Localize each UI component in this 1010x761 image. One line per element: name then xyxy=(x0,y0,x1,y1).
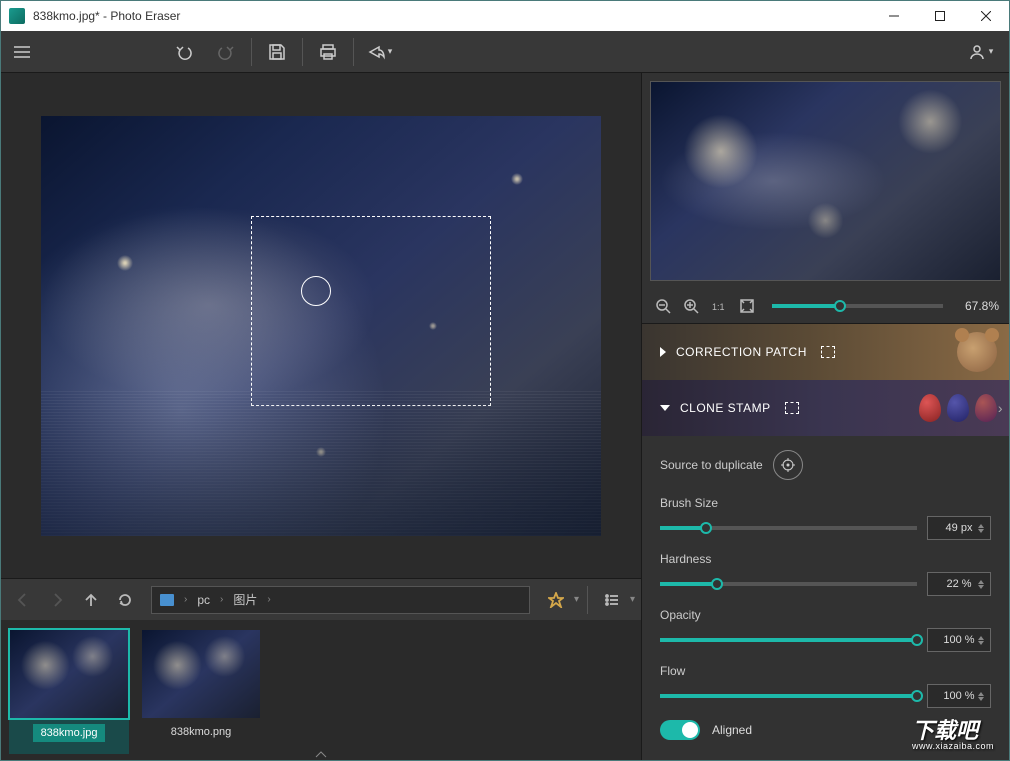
chevron-down-icon[interactable]: ▾ xyxy=(630,594,635,605)
chevron-icon: › xyxy=(184,594,187,605)
chevron-icon: › xyxy=(267,594,270,605)
chevron-down-icon[interactable]: ▾ xyxy=(574,594,579,605)
minimize-button[interactable] xyxy=(871,1,917,31)
canvas-area[interactable] xyxy=(1,73,641,578)
brush-size-label: Brush Size xyxy=(660,496,991,510)
brush-size-value[interactable]: 49 px xyxy=(927,516,991,540)
balloon-icon xyxy=(975,394,997,422)
opacity-label: Opacity xyxy=(660,608,991,622)
aligned-toggle[interactable] xyxy=(660,720,700,740)
opacity-value[interactable]: 100 % xyxy=(927,628,991,652)
clone-stamp-body: Source to duplicate Brush Size 49 px Har… xyxy=(642,436,1009,748)
thumbnail-item[interactable]: 838kmo.jpg xyxy=(9,630,129,754)
menu-button[interactable] xyxy=(1,31,43,73)
breadcrumb[interactable]: › pc › 图片 › xyxy=(151,586,530,614)
favorite-button[interactable] xyxy=(540,584,572,616)
preview-panel xyxy=(642,73,1009,289)
nav-up-button[interactable] xyxy=(75,584,107,616)
breadcrumb-root[interactable]: pc xyxy=(197,593,210,607)
print-button[interactable] xyxy=(307,31,349,73)
thumbnail-strip: 838kmo.jpg 838kmo.png xyxy=(1,620,641,760)
clone-stamp-header[interactable]: CLONE STAMP › xyxy=(642,380,1009,436)
file-nav-bar: › pc › 图片 › ▾ ▾ xyxy=(1,578,641,620)
nav-back-button[interactable] xyxy=(7,584,39,616)
canvas-image[interactable] xyxy=(41,116,601,536)
correction-patch-header[interactable]: CORRECTION PATCH xyxy=(642,324,1009,380)
thumbnail-item[interactable]: 838kmo.png xyxy=(141,630,261,754)
balloon-icon xyxy=(947,394,969,422)
collapse-handle[interactable] xyxy=(301,750,341,760)
flow-slider[interactable] xyxy=(660,694,917,698)
save-button[interactable] xyxy=(256,31,298,73)
preview-image[interactable] xyxy=(650,81,1001,281)
svg-text:1:1: 1:1 xyxy=(712,302,725,312)
top-toolbar: ▾ ▾ xyxy=(1,31,1009,73)
nav-forward-button[interactable] xyxy=(41,584,73,616)
view-options-button[interactable] xyxy=(596,584,628,616)
zoom-slider[interactable] xyxy=(772,304,943,308)
panel-title: CORRECTION PATCH xyxy=(676,345,807,359)
app-icon xyxy=(9,8,25,24)
maximize-button[interactable] xyxy=(917,1,963,31)
zoom-in-button[interactable] xyxy=(680,295,702,317)
expand-arrow-icon xyxy=(660,347,666,357)
collapse-arrow-icon xyxy=(660,405,670,411)
zoom-fit-button[interactable] xyxy=(736,295,758,317)
undo-button[interactable] xyxy=(163,31,205,73)
panel-title: CLONE STAMP xyxy=(680,401,771,415)
thumbnail-label: 838kmo.png xyxy=(167,724,236,740)
opacity-slider[interactable] xyxy=(660,638,917,642)
zoom-value: 67.8% xyxy=(957,299,999,313)
chevron-icon: › xyxy=(220,594,223,605)
zoom-controls: 1:1 67.8% xyxy=(642,289,1009,323)
balloon-icon xyxy=(919,394,941,422)
selection-icon xyxy=(785,402,799,414)
selection-marquee[interactable] xyxy=(251,216,491,406)
selection-icon xyxy=(821,346,835,358)
thumbnail-image xyxy=(10,630,128,718)
hardness-value[interactable]: 22 % xyxy=(927,572,991,596)
nav-refresh-button[interactable] xyxy=(109,584,141,616)
redo-button[interactable] xyxy=(205,31,247,73)
zoom-out-button[interactable] xyxy=(652,295,674,317)
thumbnail-label: 838kmo.jpg xyxy=(33,724,106,742)
pick-source-button[interactable] xyxy=(773,450,803,480)
window-title: 838kmo.jpg* - Photo Eraser xyxy=(33,9,180,23)
brush-size-slider[interactable] xyxy=(660,526,917,530)
share-button[interactable]: ▾ xyxy=(358,31,400,73)
account-button[interactable]: ▾ xyxy=(959,31,1001,73)
zoom-actual-button[interactable]: 1:1 xyxy=(708,295,730,317)
aligned-label: Aligned xyxy=(712,723,752,737)
title-bar: 838kmo.jpg* - Photo Eraser xyxy=(1,1,1009,31)
drive-icon xyxy=(160,594,174,606)
flow-label: Flow xyxy=(660,664,991,678)
breadcrumb-folder[interactable]: 图片 xyxy=(233,591,257,608)
hardness-label: Hardness xyxy=(660,552,991,566)
chevron-right-icon[interactable]: › xyxy=(998,400,1003,416)
flow-value[interactable]: 100 % xyxy=(927,684,991,708)
source-label: Source to duplicate xyxy=(660,458,763,472)
brush-cursor xyxy=(301,276,331,306)
close-button[interactable] xyxy=(963,1,1009,31)
thumbnail-image xyxy=(142,630,260,718)
teddy-icon xyxy=(957,332,997,372)
hardness-slider[interactable] xyxy=(660,582,917,586)
